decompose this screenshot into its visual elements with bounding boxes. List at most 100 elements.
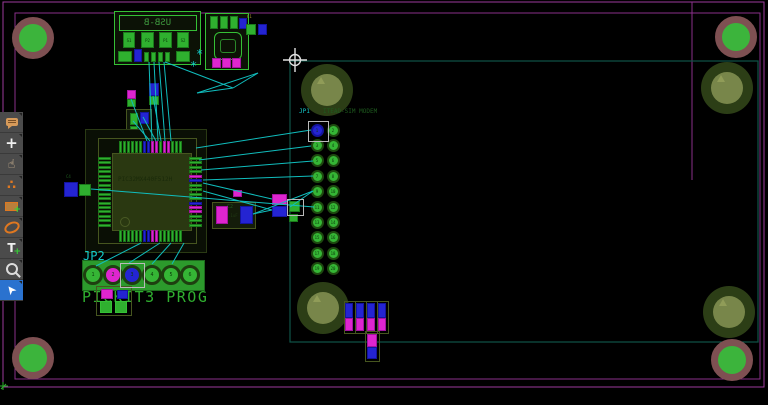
- ic-pin[interactable]: [98, 219, 111, 222]
- ic-pin[interactable]: [189, 224, 202, 227]
- mount-hole[interactable]: [12, 17, 54, 59]
- place-arc-tool-button[interactable]: [0, 217, 23, 238]
- connector-pad-magenta[interactable]: [222, 58, 231, 68]
- passive-pad[interactable]: [130, 113, 138, 125]
- ic-pin[interactable]: [175, 230, 178, 242]
- jp1-pad[interactable]: 12: [327, 201, 340, 214]
- ic-pin[interactable]: [163, 230, 166, 242]
- ic-pin[interactable]: [171, 230, 174, 242]
- usb-signal-pad[interactable]: [151, 52, 156, 62]
- jp1-pad[interactable]: 19: [311, 262, 324, 275]
- ic-pin[interactable]: [123, 141, 126, 153]
- ic-pin[interactable]: [171, 141, 174, 153]
- cap-c2-pad-blue[interactable]: [240, 206, 253, 224]
- cap-c2-footprint[interactable]: C2 .1uF: [212, 202, 256, 229]
- ic-pin[interactable]: [189, 193, 202, 196]
- ic-pin[interactable]: [189, 161, 202, 164]
- ic-pin[interactable]: [155, 230, 158, 242]
- zoom-tool-button[interactable]: [0, 259, 23, 280]
- touch-route-tool-button[interactable]: ☝: [0, 154, 23, 175]
- overlay-pad-blue[interactable]: [117, 290, 128, 299]
- jp1-pad[interactable]: 17: [311, 247, 324, 260]
- ic-pin[interactable]: [151, 230, 154, 242]
- ic-pin[interactable]: [189, 175, 202, 178]
- fiducial-pad[interactable]: [703, 286, 755, 338]
- left-cap-pad-blue[interactable]: [64, 182, 78, 197]
- usb-pad[interactable]: S2: [177, 32, 189, 48]
- jp1-pad[interactable]: 5: [311, 154, 324, 167]
- ic-pin[interactable]: [159, 230, 162, 242]
- ic-pin[interactable]: [98, 170, 111, 173]
- cap-c2-pad-magenta[interactable]: [216, 206, 228, 224]
- passive-pad-magenta[interactable]: [345, 318, 353, 331]
- passive-pad-blue[interactable]: [149, 83, 159, 96]
- ic-pin[interactable]: [189, 219, 202, 222]
- ic-pin[interactable]: [189, 188, 202, 191]
- ic-pin[interactable]: [98, 157, 111, 160]
- jp1-pad[interactable]: 10: [327, 185, 340, 198]
- jp1-pad[interactable]: 9: [311, 185, 324, 198]
- bottom-passive-footprint[interactable]: [365, 331, 380, 362]
- ic-pin[interactable]: [159, 141, 162, 153]
- ic-pin[interactable]: [98, 175, 111, 178]
- cap-pad-blue[interactable]: [258, 24, 267, 35]
- ic-pin[interactable]: [167, 230, 170, 242]
- jp1-pad[interactable]: 6: [327, 154, 340, 167]
- ic-body[interactable]: PIC32MX440F512H: [112, 153, 192, 231]
- usb-pad-blue[interactable]: [134, 49, 142, 62]
- usb-shield-pad[interactable]: [176, 51, 190, 62]
- passive-pad-blue[interactable]: [140, 112, 149, 124]
- cap-pad[interactable]: [246, 24, 256, 35]
- passive-pad-magenta[interactable]: [367, 334, 377, 347]
- ic-pin[interactable]: [135, 141, 138, 153]
- usb-signal-pad[interactable]: [144, 52, 149, 62]
- jp1-pad[interactable]: 13: [311, 216, 324, 229]
- passive-pad-magenta[interactable]: [356, 318, 364, 331]
- jp1-pad[interactable]: 18: [327, 247, 340, 260]
- ic-pin[interactable]: [98, 215, 111, 218]
- jp2-overlay-footprint[interactable]: [96, 286, 132, 316]
- passive-pad-magenta[interactable]: [367, 318, 375, 331]
- ic-pin[interactable]: [189, 166, 202, 169]
- jp1-pad[interactable]: 16: [327, 231, 340, 244]
- ic-pin[interactable]: [98, 197, 111, 200]
- ic-pin[interactable]: [135, 230, 138, 242]
- ic-pin[interactable]: [143, 230, 146, 242]
- ic-pin[interactable]: [98, 166, 111, 169]
- usb-pad[interactable]: P1: [159, 32, 172, 48]
- ic-pin[interactable]: [189, 157, 202, 160]
- mount-hole[interactable]: [12, 337, 54, 379]
- ic-pin[interactable]: [189, 206, 202, 209]
- fiducial-pad[interactable]: [701, 62, 753, 114]
- overlay-pad-magenta[interactable]: [101, 289, 113, 299]
- jp1-pad[interactable]: 14: [327, 216, 340, 229]
- jp2-pad[interactable]: 6: [180, 265, 200, 285]
- overlay-pad-green[interactable]: [115, 301, 127, 313]
- ic-pin[interactable]: [98, 184, 111, 187]
- passive-pad-blue[interactable]: [356, 303, 364, 318]
- select-tool-button[interactable]: ➤: [0, 280, 23, 301]
- ic-pin[interactable]: [123, 230, 126, 242]
- ic-pin[interactable]: [127, 141, 130, 153]
- ic-pin[interactable]: [151, 141, 154, 153]
- jp2-pad[interactable]: 4: [142, 265, 162, 285]
- ic-pin[interactable]: [98, 224, 111, 227]
- place-string-tool-button[interactable]: T+: [0, 238, 23, 259]
- connector-pad-magenta[interactable]: [212, 58, 221, 68]
- usb-shield-pad[interactable]: [118, 51, 132, 62]
- ic-pin[interactable]: [119, 230, 122, 242]
- ic-pin[interactable]: [163, 141, 166, 153]
- ic-pin[interactable]: [179, 141, 182, 153]
- ic-pin[interactable]: [98, 161, 111, 164]
- passive-pad-blue[interactable]: [345, 303, 353, 318]
- ic-pin[interactable]: [131, 141, 134, 153]
- jp1-pad[interactable]: 20: [327, 262, 340, 275]
- ic-pin[interactable]: [127, 230, 130, 242]
- ic-pin[interactable]: [139, 230, 142, 242]
- passive-pad-blue[interactable]: [378, 303, 386, 318]
- overlay-pad-green[interactable]: [100, 301, 112, 313]
- connector-pad[interactable]: [230, 16, 238, 29]
- ic-pin[interactable]: [167, 141, 170, 153]
- ic-pin[interactable]: [179, 230, 182, 242]
- passive-pad-magenta[interactable]: [378, 318, 386, 331]
